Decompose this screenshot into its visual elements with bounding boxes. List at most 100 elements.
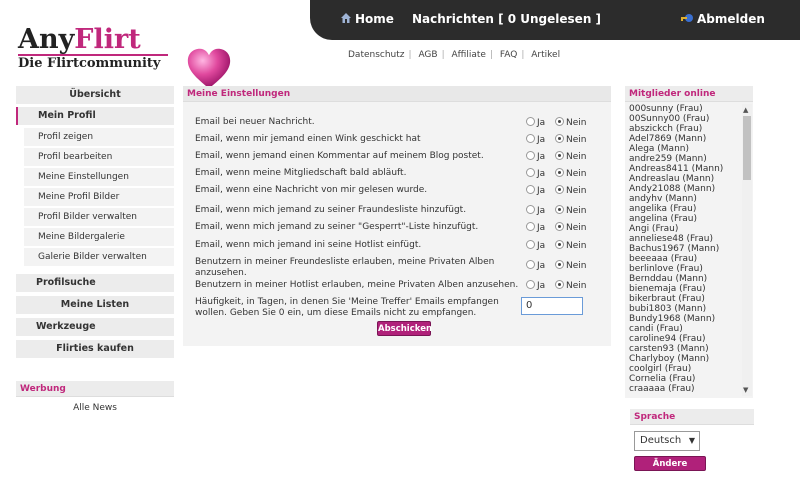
radio-ja[interactable]: Ja	[526, 151, 545, 162]
key-icon	[681, 14, 693, 22]
list-item[interactable]: caroline94 (Frau)	[629, 334, 741, 344]
list-item[interactable]: abszickch (Frau)	[629, 124, 741, 134]
settings-title: Meine Einstellungen	[183, 86, 611, 102]
list-item[interactable]: Adel7869 (Mann)	[629, 134, 741, 144]
sidebar-my-lists[interactable]: Meine Listen	[16, 296, 174, 314]
language-title: Sprache	[630, 409, 754, 425]
list-item[interactable]: 000sunny (Frau)	[629, 104, 741, 114]
home-icon	[341, 13, 351, 23]
list-item[interactable]: bikerbraut (Frau)	[629, 294, 741, 304]
radio-ja[interactable]: Ja	[526, 168, 545, 179]
radio-nein[interactable]: Nein	[555, 222, 586, 233]
scroll-up-icon[interactable]: ▲	[743, 106, 748, 114]
radio-nein[interactable]: Nein	[555, 205, 586, 216]
radio-ja[interactable]: Ja	[526, 205, 545, 216]
radio-ja[interactable]: Ja	[526, 134, 545, 145]
members-scrollbar[interactable]: ▲ ▼	[742, 104, 752, 396]
radio-nein[interactable]: Nein	[555, 280, 586, 291]
sidebar-my-profile[interactable]: Mein Profil	[16, 107, 174, 125]
radio-nein[interactable]: Nein	[555, 134, 586, 145]
submit-button[interactable]: Abschicken	[377, 321, 432, 336]
radio-nein[interactable]: Nein	[555, 260, 586, 271]
ads-title: Werbung	[16, 381, 174, 397]
radio-nein[interactable]: Nein	[555, 168, 586, 179]
logout-label: Abmelden	[697, 12, 765, 26]
list-item[interactable]: Charlyboy (Mann)	[629, 354, 741, 364]
frequency-input[interactable]: 0	[521, 297, 583, 315]
list-item[interactable]: berlinlove (Frau)	[629, 264, 741, 274]
home-label: Home	[355, 12, 394, 26]
sidebar-item-profile-pictures[interactable]: Meine Profil Bilder	[24, 188, 174, 206]
list-item[interactable]: bubi1803 (Mann)	[629, 304, 741, 314]
link-affiliate[interactable]: Affiliate	[448, 50, 490, 60]
radio-ja[interactable]: Ja	[526, 117, 545, 128]
radio-ja[interactable]: Ja	[526, 185, 545, 196]
online-members-list: 000sunny (Frau) 00Sunny00 (Frau) abszick…	[629, 104, 741, 394]
list-item[interactable]: coolgirl (Frau)	[629, 364, 741, 374]
list-item[interactable]: Alega (Mann)	[629, 144, 741, 154]
radio-ja[interactable]: Ja	[526, 240, 545, 251]
radio-nein[interactable]: Nein	[555, 185, 586, 196]
logo-tagline: Die Flirtcommunity	[18, 56, 161, 71]
radio-nein[interactable]: Nein	[555, 240, 586, 251]
frequency-label: Häufigkeit, in Tagen, in denen Sie 'Mein…	[195, 297, 499, 318]
list-item[interactable]: Bachus1967 (Mann)	[629, 244, 741, 254]
footer-links: Datenschutz | AGB | Affiliate | FAQ | Artike…	[344, 50, 564, 60]
list-item[interactable]: candi (Frau)	[629, 324, 741, 334]
sidebar-profile-search[interactable]: Profilsuche	[16, 274, 174, 292]
sidebar-item-settings[interactable]: Meine Einstellungen	[24, 168, 174, 186]
radio-nein[interactable]: Nein	[555, 117, 586, 128]
settings-panel: Meine Einstellungen Email bei neuer Nach…	[183, 86, 611, 346]
home-link[interactable]: Home	[340, 12, 394, 26]
list-item[interactable]: 00Sunny00 (Frau)	[629, 114, 741, 124]
messages-link[interactable]: Nachrichten [ 0 Ungelesen ]	[412, 12, 601, 26]
radio-ja[interactable]: Ja	[526, 222, 545, 233]
language-select[interactable]: Deutsch ▼	[634, 431, 700, 451]
sidebar-item-manage-pictures[interactable]: Profil Bilder verwalten	[24, 208, 174, 226]
top-navigation-bar: Home Nachrichten [ 0 Ungelesen ] Abmelde…	[310, 0, 800, 40]
sidebar-item-profile-edit[interactable]: Profil bearbeiten	[24, 148, 174, 166]
scroll-down-icon[interactable]: ▼	[743, 386, 748, 394]
list-item[interactable]: angelina (Frau)	[629, 214, 741, 224]
list-item[interactable]: craaaaa (Frau)	[629, 384, 741, 394]
sidebar-tools[interactable]: Werkzeuge	[16, 318, 174, 336]
list-item[interactable]: Bundy1968 (Mann)	[629, 314, 741, 324]
sidebar-item-gallery[interactable]: Meine Bildergalerie	[24, 228, 174, 246]
all-news-link[interactable]: Alle News	[16, 403, 174, 413]
radio-ja[interactable]: Ja	[526, 260, 545, 271]
scrollbar-thumb[interactable]	[743, 116, 751, 180]
list-item[interactable]: andre259 (Mann)	[629, 154, 741, 164]
link-artikel[interactable]: Artikel	[527, 50, 564, 60]
link-agb[interactable]: AGB	[414, 50, 441, 60]
list-item[interactable]: bienemaja (Frau)	[629, 284, 741, 294]
list-item[interactable]: Angi (Frau)	[629, 224, 741, 234]
sidebar: Übersicht Mein Profil Profil zeigen Prof…	[16, 86, 174, 361]
list-item[interactable]: andyhv (Mann)	[629, 194, 741, 204]
site-logo[interactable]: AnyFlirt Die Flirtcommunity	[16, 24, 236, 89]
list-item[interactable]: angelika (Frau)	[629, 204, 741, 214]
list-item[interactable]: Andreaslau (Mann)	[629, 174, 741, 184]
list-item[interactable]: beeeaaa (Frau)	[629, 254, 741, 264]
language-panel: Sprache	[630, 409, 754, 425]
ads-panel: Werbung Alle News	[16, 381, 174, 413]
radio-nein[interactable]: Nein	[555, 151, 586, 162]
radio-ja[interactable]: Ja	[526, 280, 545, 291]
online-members-panel: Mitglieder online 000sunny (Frau) 00Sunn…	[625, 86, 753, 398]
online-members-title: Mitglieder online	[625, 86, 753, 102]
sidebar-overview[interactable]: Übersicht	[16, 86, 174, 104]
change-language-button[interactable]: Ändere Sprache	[634, 456, 706, 484]
list-item[interactable]: Andreas8411 (Mann)	[629, 164, 741, 174]
logo-title: AnyFlirt	[18, 24, 141, 55]
link-faq[interactable]: FAQ	[496, 50, 521, 60]
list-item[interactable]: Cornelia (Frau)	[629, 374, 741, 384]
sidebar-item-profile-view[interactable]: Profil zeigen	[24, 128, 174, 146]
sidebar-item-manage-gallery[interactable]: Galerie Bilder verwalten	[24, 248, 174, 266]
list-item[interactable]: Bernddau (Mann)	[629, 274, 741, 284]
sidebar-buy-flirties[interactable]: Flirties kaufen	[16, 340, 174, 358]
list-item[interactable]: anneliese48 (Frau)	[629, 234, 741, 244]
list-item[interactable]: Andy21088 (Mann)	[629, 184, 741, 194]
chevron-down-icon: ▼	[688, 436, 695, 445]
list-item[interactable]: carsten93 (Mann)	[629, 344, 741, 354]
link-datenschutz[interactable]: Datenschutz	[344, 50, 409, 60]
logout-link[interactable]: Abmelden	[680, 12, 765, 26]
